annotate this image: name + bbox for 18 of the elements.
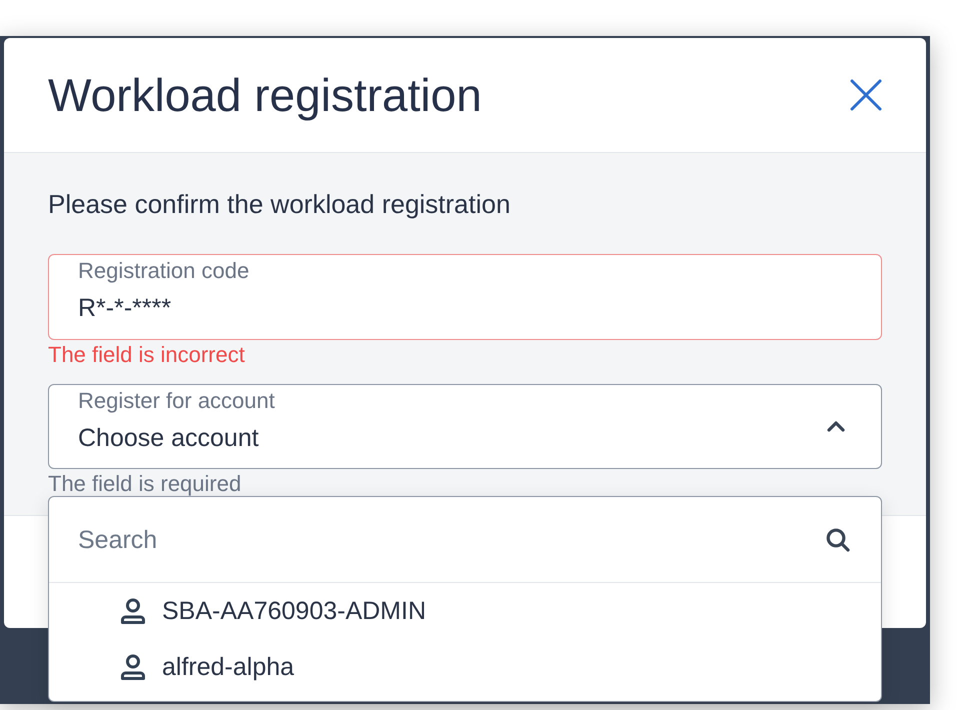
close-icon: [850, 79, 882, 111]
field-label: Registration code: [78, 258, 250, 284]
select-field[interactable]: Register for account Choose account: [48, 384, 882, 469]
account-option[interactable]: alfred-alpha: [49, 639, 881, 695]
account-option[interactable]: SBA-AA760903-ADMIN: [49, 583, 881, 639]
search-icon: [826, 528, 850, 552]
field-value: R*-*-****: [78, 293, 172, 323]
field-value: Choose account: [78, 423, 259, 453]
field-label: Register for account: [78, 388, 275, 414]
instruction-text: Please confirm the workload registration: [48, 189, 510, 219]
validation-message: The field is incorrect: [48, 342, 245, 368]
person-icon: [120, 598, 146, 624]
search-field[interactable]: Search: [49, 497, 881, 583]
close-button[interactable]: [848, 77, 884, 113]
text-field[interactable]: Registration code R*-*-****: [48, 254, 882, 340]
dialog-title: Workload registration: [48, 68, 482, 122]
validation-message: The field is required: [48, 471, 242, 497]
person-icon: [120, 654, 146, 680]
